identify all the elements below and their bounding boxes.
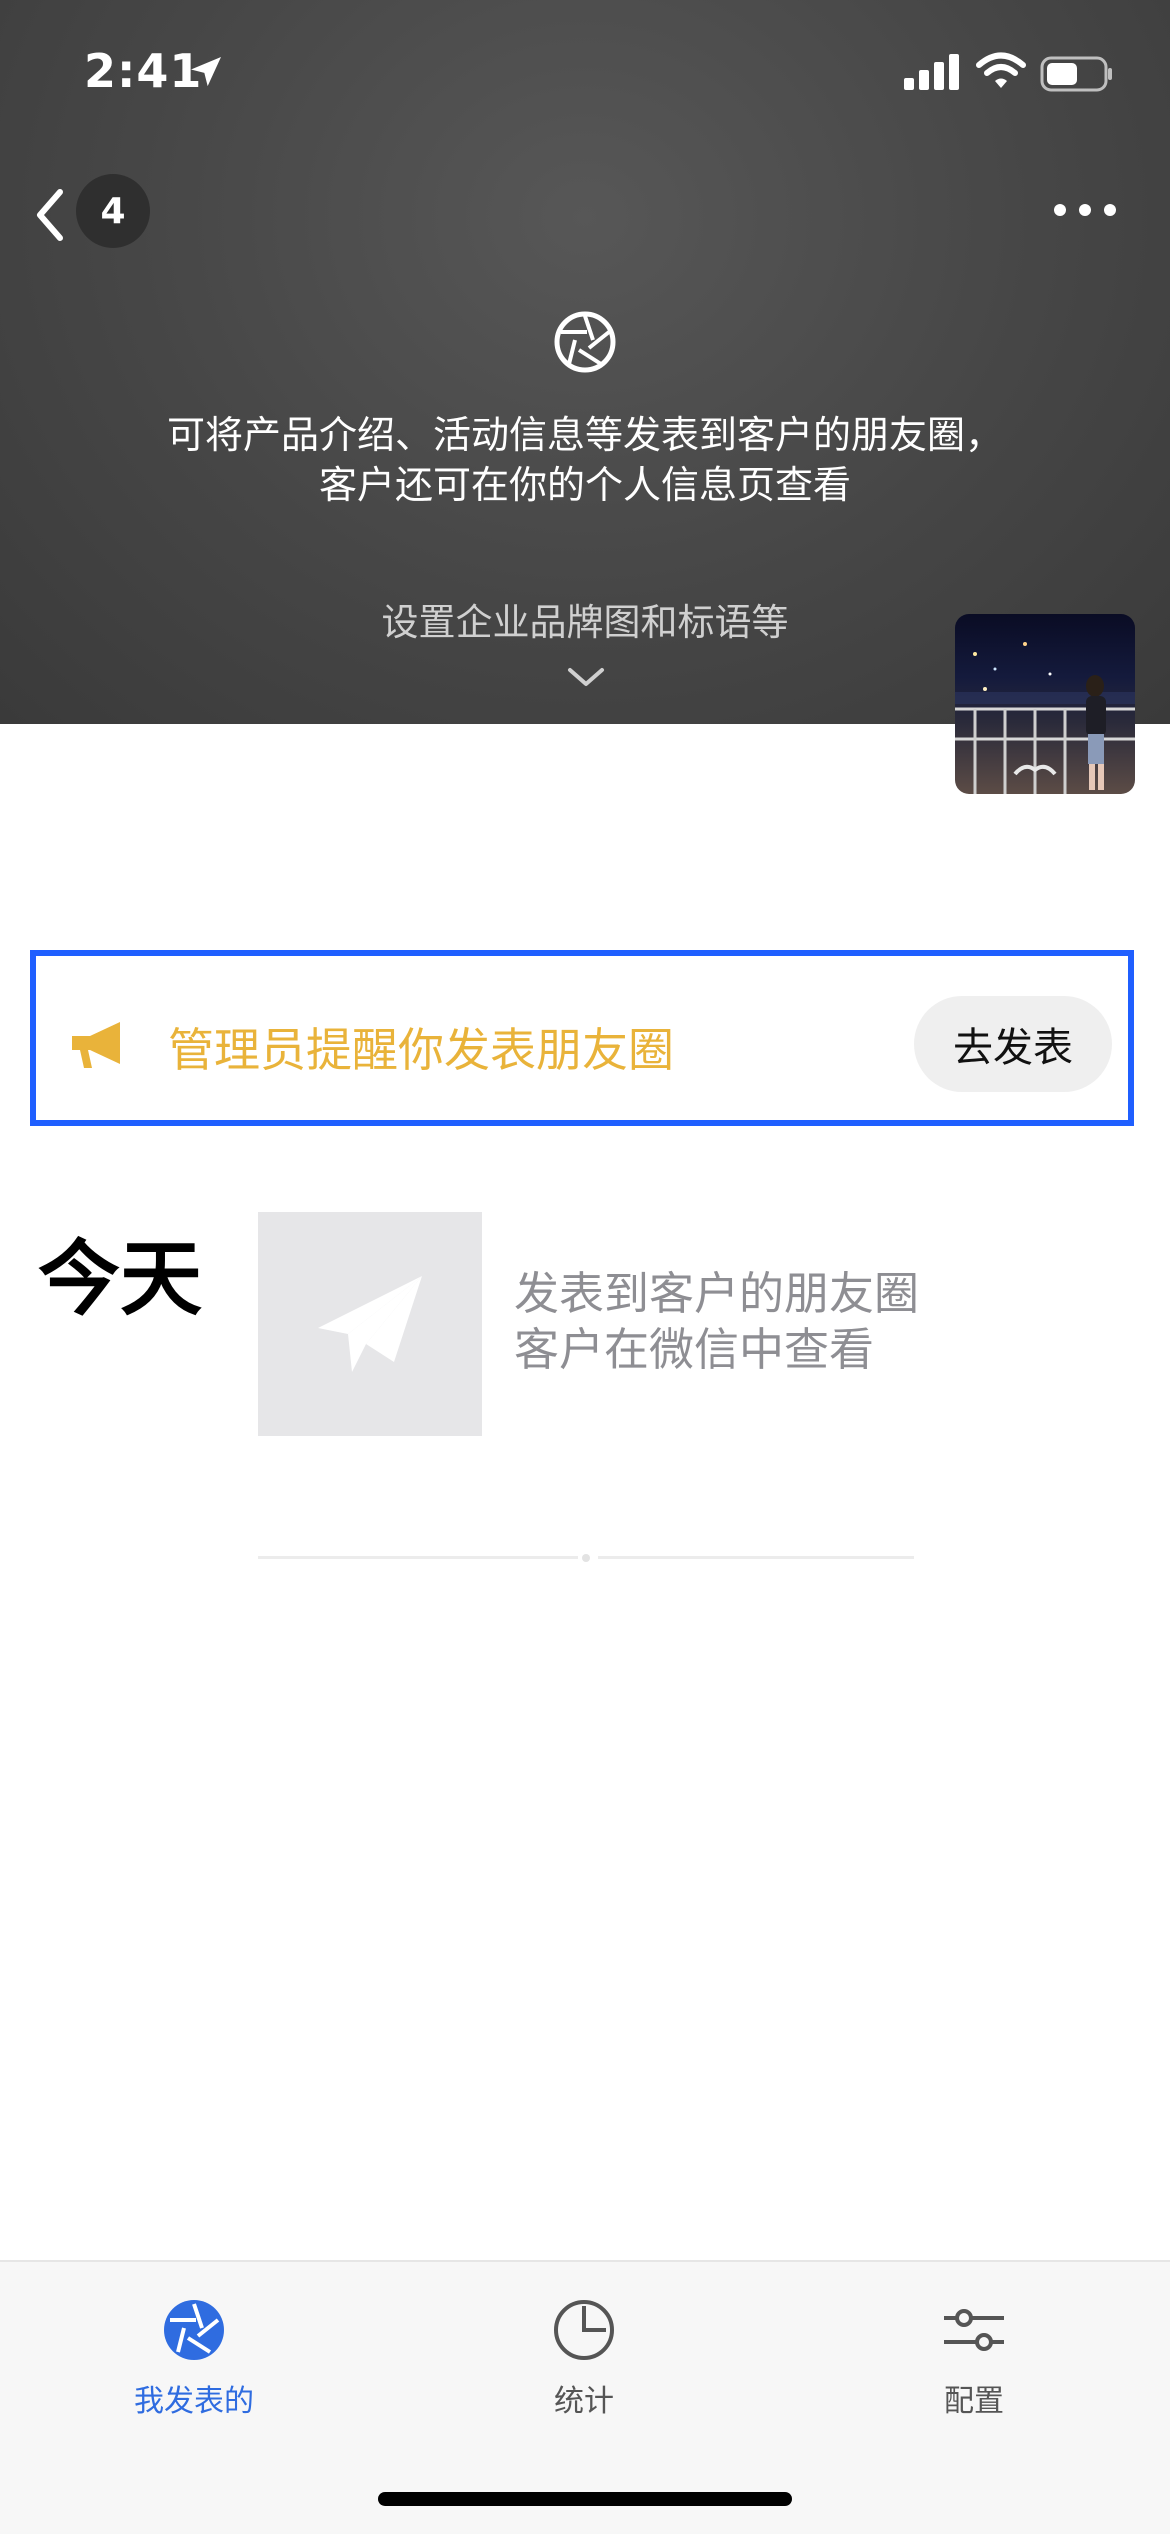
location-arrow-icon xyxy=(191,57,221,87)
aperture-icon xyxy=(164,2300,224,2360)
tab-label: 我发表的 xyxy=(134,2384,254,2419)
tab-label: 统计 xyxy=(554,2384,614,2419)
reminder-text: 管理员提醒你发表朋友圈 xyxy=(168,1023,674,1077)
back-chevron-icon[interactable] xyxy=(24,180,84,250)
status-time: 2:41 xyxy=(84,44,203,98)
chevron-down-icon[interactable] xyxy=(566,664,606,690)
wifi-icon xyxy=(976,52,1026,88)
intro-line-2: 客户还可在你的个人信息页查看 xyxy=(318,463,851,507)
battery-icon xyxy=(1040,56,1112,92)
pie-chart-icon xyxy=(554,2300,614,2360)
new-post-hint[interactable]: 发表到客户的朋友圈 客户在微信中查看 xyxy=(514,1266,919,1378)
date-label-today: 今天 xyxy=(38,1232,203,1327)
tab-label: 配置 xyxy=(944,2384,1004,2419)
megaphone-icon xyxy=(72,1022,120,1068)
more-options-icon[interactable] xyxy=(1050,190,1120,230)
unread-count-badge[interactable]: 4 xyxy=(76,174,150,248)
aperture-icon xyxy=(554,311,616,373)
home-indicator xyxy=(378,2492,792,2506)
cellular-signal-icon xyxy=(904,54,959,90)
post-hint-line-1: 发表到客户的朋友圈 xyxy=(514,1267,920,1320)
go-post-button[interactable]: 去发表 xyxy=(914,996,1112,1092)
tab-configuration[interactable]: 配置 xyxy=(854,2298,1094,2420)
new-post-thumbnail[interactable] xyxy=(258,1212,482,1436)
tab-my-posts[interactable]: 我发表的 xyxy=(74,2298,314,2420)
nav-bar: 4 xyxy=(0,170,1170,270)
avatar-photo xyxy=(955,642,1135,794)
status-bar: 2:41 xyxy=(0,0,1170,150)
post-hint-line-2: 客户在微信中查看 xyxy=(514,1323,875,1376)
sliders-icon xyxy=(944,2309,1004,2351)
intro-line-1: 可将产品介绍、活动信息等发表到客户的朋友圈， xyxy=(166,413,1003,457)
avatar[interactable] xyxy=(955,614,1135,794)
tab-statistics[interactable]: 统计 xyxy=(464,2298,704,2420)
feed-end-divider xyxy=(258,1554,914,1562)
cover-intro: 可将产品介绍、活动信息等发表到客户的朋友圈， 客户还可在你的个人信息页查看 xyxy=(0,410,1170,510)
paper-plane-icon xyxy=(318,1276,422,1372)
admin-reminder-banner: 管理员提醒你发表朋友圈 去发表 xyxy=(30,950,1134,1126)
